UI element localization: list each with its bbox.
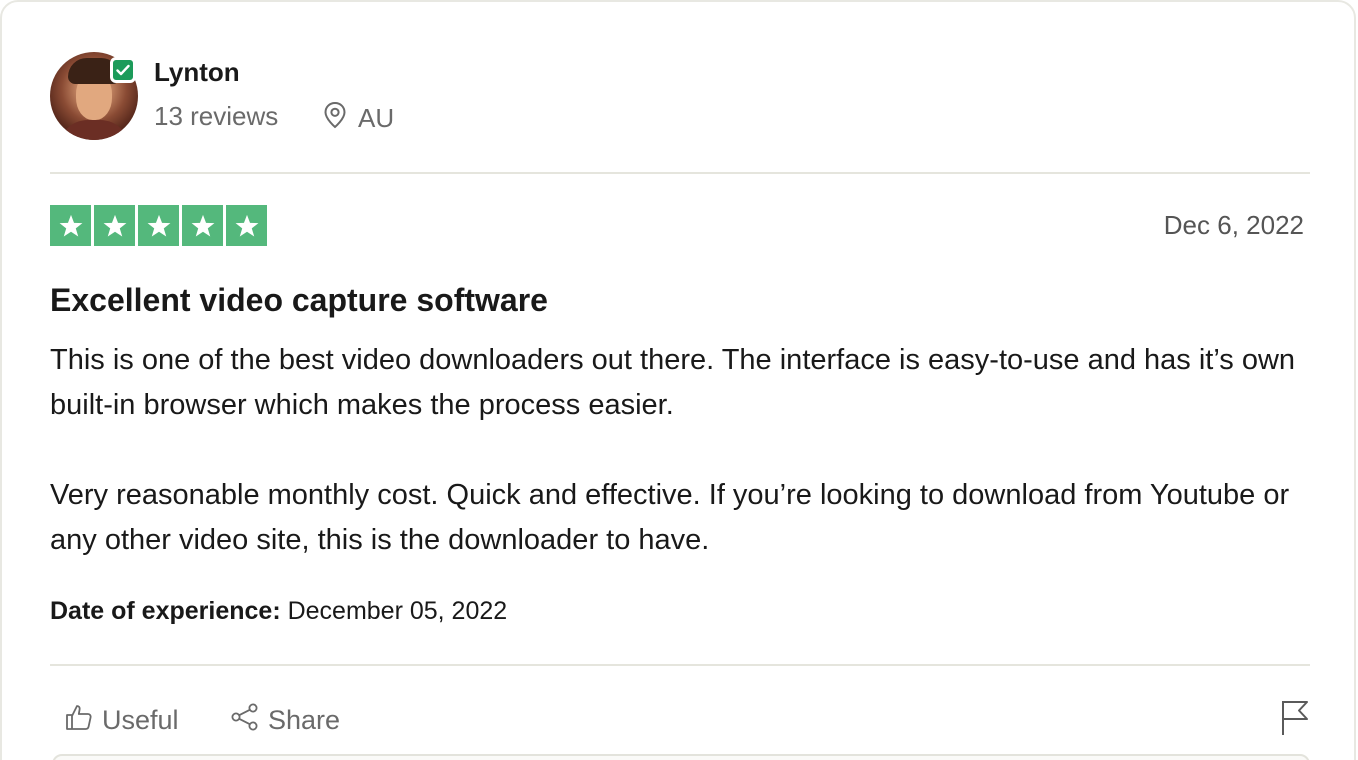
next-card-edge bbox=[52, 754, 1310, 760]
star-icon bbox=[94, 205, 135, 246]
review-paragraph: This is one of the best video downloader… bbox=[50, 344, 1296, 421]
date-of-experience: Date of experience: December 05, 2022 bbox=[50, 597, 507, 626]
star-icon bbox=[138, 205, 179, 246]
review-body: This is one of the best video downloader… bbox=[50, 338, 1320, 563]
review-paragraph: Very reasonable monthly cost. Quick and … bbox=[50, 479, 1290, 556]
header-divider bbox=[50, 172, 1310, 174]
review-date: Dec 6, 2022 bbox=[1163, 210, 1304, 240]
useful-label: Useful bbox=[102, 705, 179, 735]
reviewer-avatar-container[interactable] bbox=[50, 52, 138, 140]
experience-label: Date of experience: bbox=[50, 597, 281, 625]
reviewer-location: AU bbox=[322, 101, 394, 136]
star-icon bbox=[50, 205, 91, 246]
verified-check-icon bbox=[110, 57, 136, 83]
review-card: Lynton 13 reviews AU Dec 6, 2022 Excelle… bbox=[0, 0, 1356, 760]
share-label: Share bbox=[268, 705, 341, 735]
thumbs-up-icon bbox=[64, 702, 94, 739]
share-button[interactable]: Share bbox=[230, 702, 340, 739]
reviewer-name[interactable]: Lynton bbox=[154, 57, 240, 88]
flag-icon[interactable] bbox=[1280, 699, 1310, 742]
reviewer-country: AU bbox=[358, 103, 395, 133]
useful-button[interactable]: Useful bbox=[64, 702, 179, 739]
footer-divider bbox=[50, 664, 1310, 666]
star-rating bbox=[50, 205, 267, 246]
review-title[interactable]: Excellent video capture software bbox=[50, 282, 548, 319]
location-pin-icon bbox=[322, 101, 348, 136]
experience-date: December 05, 2022 bbox=[287, 597, 508, 625]
star-icon bbox=[182, 205, 223, 246]
star-icon bbox=[226, 205, 267, 246]
share-icon bbox=[230, 702, 260, 739]
reviewer-review-count: 13 reviews bbox=[154, 101, 279, 131]
